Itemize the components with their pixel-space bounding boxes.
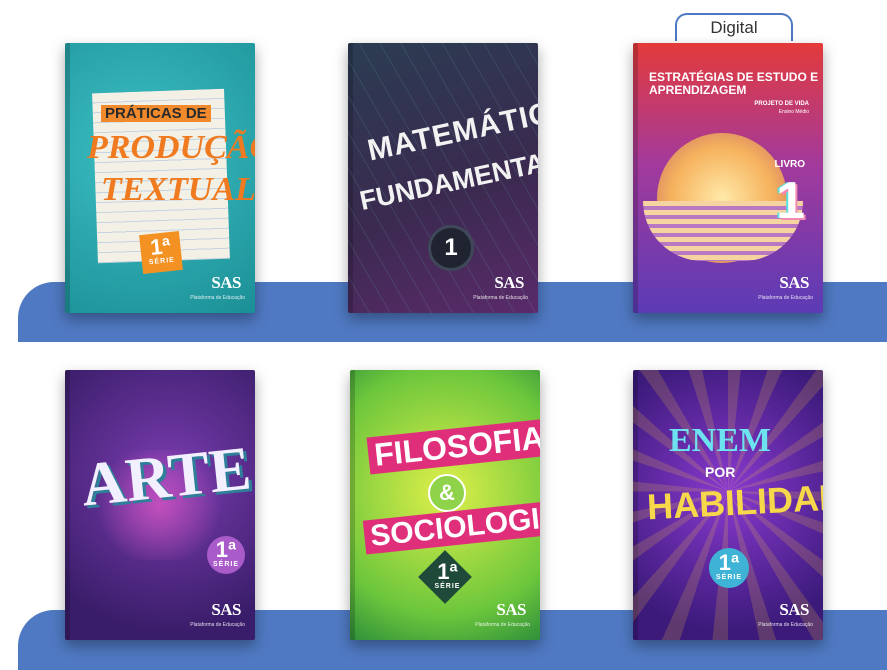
volume-badge: 1	[428, 225, 474, 271]
sas-tagline: Plataforma de Educação	[190, 622, 245, 628]
book-praticas-de-producao-textual[interactable]: PRÁTICAS DE PRODUÇÃO TEXTUAL 1ª SÉRIE SA…	[65, 43, 255, 313]
grade-badge: 1ª SÉRIE	[418, 550, 472, 604]
sas-tagline: Plataforma de Educação	[473, 295, 528, 301]
grade-label: SÉRIE	[434, 583, 461, 591]
grade-badge: 1ª SÉRIE	[139, 231, 183, 274]
book-estrategias-de-estudo[interactable]: ESTRATÉGIAS DE ESTUDO E APRENDIZAGEM PRO…	[633, 43, 823, 313]
volume-number: 1	[776, 172, 805, 230]
book-title-line1: ENEM	[669, 422, 771, 459]
grade-badge: 1ª SÉRIE	[709, 548, 749, 588]
grade-number: 1ª	[718, 550, 740, 575]
sas-logo: SAS	[494, 273, 524, 292]
book-matematica-fundamental[interactable]: MATEMÁTICA FUNDAMENTAL 1 SAS Plataforma …	[348, 43, 538, 313]
grade-badge: 1ª SÉRIE	[207, 536, 245, 574]
book-title-line3: TEXTUAL	[101, 171, 255, 208]
sas-logo: SAS	[779, 600, 809, 619]
grade-number: 1ª	[437, 559, 458, 585]
grade-label: SÉRIE	[715, 574, 742, 581]
book-title: ESTRATÉGIAS DE ESTUDO E APRENDIZAGEM	[649, 70, 819, 97]
sas-tagline: Plataforma de Educação	[758, 622, 813, 628]
book-enem-por-habilidades[interactable]: ENEM POR HABILIDADES 1ª SÉRIE SAS Plataf…	[633, 370, 823, 640]
grade-label: SÉRIE	[212, 561, 239, 568]
book-filosofia-sociologia[interactable]: FILOSOFIA & SOCIOLOGIA 1ª SÉRIE SAS Plat…	[350, 370, 540, 640]
digital-badge: Digital	[675, 13, 793, 41]
sas-logo: SAS	[211, 600, 241, 619]
sas-tagline: Plataforma de Educação	[190, 295, 245, 301]
sas-logo: SAS	[211, 273, 241, 292]
sas-logo: SAS	[779, 273, 809, 292]
sas-tagline: Plataforma de Educação	[475, 622, 530, 628]
book-subtitle: PROJETO DE VIDA	[754, 101, 809, 107]
book-title-line1: PRÁTICAS DE	[101, 105, 211, 122]
book-arte[interactable]: ARTE 1ª SÉRIE SAS Plataforma de Educação	[65, 370, 255, 640]
grade-number: 1ª	[215, 537, 237, 562]
book-title-line2: POR	[705, 464, 736, 480]
book-title-line1: FILOSOFIA	[366, 418, 540, 475]
book-title-line2: PRODUÇÃO	[87, 129, 255, 166]
ampersand-badge: &	[428, 474, 466, 512]
sas-logo: SAS	[496, 600, 526, 619]
sas-tagline: Plataforma de Educação	[758, 295, 813, 301]
book-level: Ensino Médio	[778, 109, 809, 115]
book-label: LIVRO	[774, 159, 805, 170]
